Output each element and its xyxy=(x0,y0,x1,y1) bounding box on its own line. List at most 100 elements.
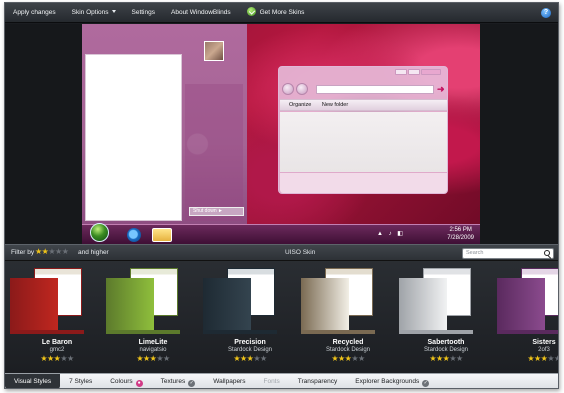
filter-star-icon: ★ xyxy=(48,247,56,256)
skin-rating: ★★★★★ xyxy=(8,354,106,363)
tab-label: 7 Styles xyxy=(69,377,93,385)
check-icon: ✓ xyxy=(422,379,430,387)
tab-visual-styles[interactable]: Visual Styles xyxy=(5,373,61,388)
skin-star-icon: ★ xyxy=(260,354,267,363)
tab-label: Explorer Backgrounds xyxy=(355,377,420,385)
tab-explorer-backgrounds[interactable]: Explorer Backgrounds ✓ xyxy=(346,374,438,389)
thumbnail-taskbar xyxy=(106,330,180,334)
skin-star-icon: ★ xyxy=(163,354,170,363)
taskbar: ▲ ♪ ◧ 2:56 PM 7/28/2009 xyxy=(82,223,480,244)
minimize-icon xyxy=(395,69,407,75)
about-menu[interactable]: About WindowBlinds xyxy=(163,3,239,23)
search-icon[interactable] xyxy=(544,250,550,256)
skin-options-menu[interactable]: Skin Options xyxy=(64,3,124,23)
tab-colours[interactable]: Colours ● xyxy=(101,374,151,389)
filter-suffix: and higher xyxy=(78,249,109,256)
skin-author: gmc2 xyxy=(49,347,65,353)
thumbnail-start-panel xyxy=(106,278,154,330)
start-menu-list xyxy=(85,54,182,221)
maximize-icon xyxy=(408,69,420,75)
organize-label: Organize xyxy=(289,102,312,108)
skin-card[interactable]: Sabertooth Stardock Design ★★★★★ xyxy=(397,264,495,369)
apply-changes-button[interactable]: Apply changes xyxy=(5,3,64,23)
skin-star-icon: ★ xyxy=(435,354,443,363)
color-dot-icon: ● xyxy=(135,379,143,387)
skin-star-icon: ★ xyxy=(554,354,558,363)
tab-label: Colours xyxy=(110,377,133,385)
tab-transparency[interactable]: Transparency xyxy=(289,374,347,389)
skin-star-icon: ★ xyxy=(449,354,456,363)
new-folder-label: New folder xyxy=(321,102,349,108)
current-skin-title: UISO Skin xyxy=(285,249,316,256)
explorer-toolbar: Organize New folder xyxy=(280,99,447,111)
skin-thumbnail xyxy=(8,268,106,334)
filter-label: Filter by xyxy=(11,249,35,256)
address-bar xyxy=(316,85,434,94)
user-picture xyxy=(204,41,224,61)
folder-icon xyxy=(152,228,172,242)
shutdown-button: Shut down ► xyxy=(189,207,244,216)
explorer-window: ➜ Organize New folder xyxy=(278,66,448,194)
skin-name: Le Baron xyxy=(41,339,73,346)
skin-star-icon: ★ xyxy=(46,354,54,363)
chevron-down-icon xyxy=(111,9,116,13)
tab-textures[interactable]: Textures ✓ xyxy=(152,374,205,389)
skin-rating: ★★★★★ xyxy=(299,354,397,363)
close-icon xyxy=(421,69,441,75)
skin-star-icon: ★ xyxy=(337,354,345,363)
forward-icon xyxy=(296,83,308,95)
skin-star-icon: ★ xyxy=(239,354,247,363)
skin-card[interactable]: Recycled Stardock Design ★★★★★ xyxy=(299,264,397,369)
tab-7-styles[interactable]: 7 Styles xyxy=(60,374,101,389)
skin-star-icon: ★ xyxy=(547,354,554,363)
skin-card[interactable]: LimeLite navigatsio ★★★★★ xyxy=(104,264,202,369)
search-placeholder: Search xyxy=(466,250,484,256)
start-orb-icon xyxy=(90,223,109,242)
tab-label: Textures xyxy=(160,377,186,385)
explorer-titlebar xyxy=(279,67,447,81)
settings-menu[interactable]: Settings xyxy=(124,3,164,23)
thumbnail-start-panel xyxy=(497,278,545,330)
get-more-skins-label: Get More Skins xyxy=(259,8,305,16)
system-tray: ▲ ♪ ◧ xyxy=(377,231,405,237)
tab-label: Wallpapers xyxy=(213,377,246,385)
search-input[interactable]: Search xyxy=(462,248,554,259)
thumbnail-start-panel xyxy=(399,278,447,330)
windowblinds-app: Apply changes Skin Options Settings Abou… xyxy=(4,2,559,389)
skin-star-icon: ★ xyxy=(67,354,74,363)
skin-star-icon: ★ xyxy=(156,354,163,363)
skin-card[interactable]: Precision Stardock Design ★★★★★ xyxy=(201,264,299,369)
tab-fonts: Fonts xyxy=(254,374,288,389)
skin-card[interactable]: Le Baron gmc2 ★★★★★ xyxy=(8,264,106,369)
filter-star-icon: ★ xyxy=(35,247,42,256)
skin-rating: ★★★★★ xyxy=(201,354,299,363)
skin-thumbnail xyxy=(201,268,299,334)
thumbnail-taskbar xyxy=(399,330,473,334)
skin-name: Sisters xyxy=(532,339,556,346)
download-skins-icon xyxy=(246,6,256,16)
skin-author: Stardock Design xyxy=(423,347,469,353)
thumbnail-start-panel xyxy=(10,278,58,330)
filter-rating-stars[interactable]: ★★★★★ xyxy=(35,247,69,256)
tab-wallpapers[interactable]: Wallpapers xyxy=(204,374,254,389)
skin-preview: Shut down ► ➜ Organize New folder ▲ ♪ ◧ … xyxy=(82,24,480,244)
preview-area: Shut down ► ➜ Organize New folder ▲ ♪ ◧ … xyxy=(5,24,558,244)
go-arrow-icon: ➜ xyxy=(437,84,445,94)
thumbnail-taskbar xyxy=(497,330,558,334)
skin-star-icon: ★ xyxy=(456,354,463,363)
back-icon xyxy=(282,83,294,95)
help-icon[interactable]: ? xyxy=(541,8,551,18)
skin-thumbnail xyxy=(104,268,202,334)
clock-time: 2:56 PM xyxy=(449,227,472,233)
skin-star-icon: ★ xyxy=(429,354,436,363)
filter-bar: Filter by ★★★★★ and higher UISO Skin Sea… xyxy=(5,244,558,261)
skin-star-icon: ★ xyxy=(533,354,541,363)
filter-star-icon: ★ xyxy=(55,247,62,256)
skin-rating: ★★★★★ xyxy=(397,354,495,363)
skin-card[interactable]: Sisters2of3★★★★★ xyxy=(495,264,558,369)
skin-star-icon: ★ xyxy=(331,354,338,363)
skin-name: Precision xyxy=(234,339,266,346)
skin-thumbnail xyxy=(397,268,495,334)
thumbnail-start-panel xyxy=(203,278,251,330)
get-more-skins-button[interactable]: Get More Skins xyxy=(239,3,313,23)
